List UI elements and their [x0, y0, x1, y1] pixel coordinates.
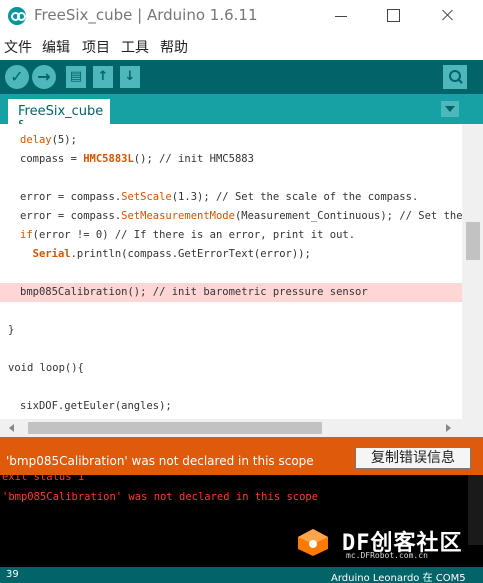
- menu-tools[interactable]: 工具: [121, 37, 149, 57]
- vertical-scroll-thumb[interactable]: [466, 222, 480, 260]
- title-bar: FreeSix_cube | Arduino 1.6.11: [0, 0, 483, 33]
- menu-sketch[interactable]: 项目: [82, 37, 110, 57]
- console-line: exit status 1: [2, 475, 85, 483]
- code-text: (Measurement_Continuous); // Set the mea: [234, 210, 462, 222]
- editor-vertical-scrollbar[interactable]: [462, 124, 483, 419]
- serial-monitor-icon[interactable]: [443, 65, 467, 89]
- code-keyword: if: [20, 229, 33, 241]
- board-port: Arduino Leonardo 在 COM5: [331, 573, 466, 583]
- code-text: sixDOF.getEuler(angles);: [20, 400, 172, 412]
- maximize-button[interactable]: [370, 0, 416, 32]
- save-icon[interactable]: ↓: [120, 66, 140, 88]
- menu-bar: 文件 编辑 项目 工具 帮助: [0, 33, 483, 60]
- code-line: bmp085Calibration(); // init barometric …: [20, 283, 368, 302]
- status-bar: 39 Arduino Leonardo 在 COM5: [0, 567, 483, 583]
- code-line: compass = HMC5883L(); // init HMC5883: [20, 150, 254, 169]
- new-icon[interactable]: ▤: [66, 66, 86, 88]
- code-text: (1.3); // Set the scale of the compass.: [171, 191, 419, 203]
- code-text: void loop(){: [8, 362, 84, 374]
- code-text: .println(compass.GetErrorText(error));: [70, 248, 311, 260]
- open-icon[interactable]: ↑: [93, 66, 113, 88]
- code-text: (); // init HMC5883: [133, 153, 254, 165]
- code-text: (error != 0) // If there is an error, pr…: [32, 229, 356, 241]
- menu-file[interactable]: 文件: [4, 37, 32, 57]
- scroll-right-icon[interactable]: [446, 424, 451, 432]
- code-keyword: SetScale: [121, 191, 172, 203]
- horizontal-scroll-thumb[interactable]: [28, 422, 322, 434]
- line-number: 39: [6, 569, 19, 580]
- code-line: delay(5);: [20, 131, 77, 150]
- close-button[interactable]: [425, 0, 471, 32]
- console-output[interactable]: exit status 1 'bmp085Calibration' was no…: [0, 475, 483, 567]
- console-line: 'bmp085Calibration' was not declared in …: [2, 491, 319, 503]
- verify-icon[interactable]: ✓: [5, 65, 29, 89]
- tab-bar: FreeSix_cube §: [0, 94, 483, 134]
- error-message: 'bmp085Calibration' was not declared in …: [6, 454, 314, 468]
- scroll-corner: [462, 419, 483, 437]
- code-line: sixDOF.getEuler(angles);: [20, 397, 172, 416]
- error-message-bar: 'bmp085Calibration' was not declared in …: [0, 437, 483, 475]
- code-keyword: HMC5883L: [83, 153, 134, 165]
- code-keyword: delay: [20, 134, 52, 146]
- code-line: if(error != 0) // If there is an error, …: [20, 226, 355, 245]
- scroll-left-icon[interactable]: [9, 424, 14, 432]
- code-text: error = compass.: [20, 210, 122, 222]
- tab-freesix-cube[interactable]: FreeSix_cube §: [8, 99, 110, 134]
- tab-menu-icon[interactable]: [441, 101, 459, 117]
- window-title: FreeSix_cube | Arduino 1.6.11: [34, 6, 258, 24]
- menu-help[interactable]: 帮助: [160, 37, 188, 57]
- copy-error-button[interactable]: 复制错误信息: [355, 447, 471, 469]
- arduino-logo-icon: [8, 7, 26, 25]
- watermark: DF创客社区 mc.DFRobot.com.cn: [296, 523, 476, 560]
- toolbar: ✓ → ▤ ↑ ↓: [0, 60, 483, 94]
- minimize-button[interactable]: [318, 0, 364, 32]
- menu-edit[interactable]: 编辑: [42, 37, 70, 57]
- editor-horizontal-scrollbar[interactable]: [0, 419, 462, 437]
- code-line: Serial.println(compass.GetErrorText(erro…: [20, 245, 311, 264]
- code-text: bmp085Calibration(); // init barometric …: [20, 286, 368, 298]
- code-editor[interactable]: delay(5); compass = HMC5883L(); // init H…: [0, 124, 462, 419]
- code-text: compass =: [20, 153, 84, 165]
- code-line: error = compass.SetMeasurementMode(Measu…: [20, 207, 462, 226]
- code-line: }: [8, 321, 14, 340]
- dfrobot-logo-icon: [298, 529, 328, 556]
- code-keyword: SetMeasurementMode: [121, 210, 235, 222]
- code-text: (5);: [51, 134, 77, 146]
- code-line: error = compass.SetScale(1.3); // Set th…: [20, 188, 418, 207]
- code-text: error = compass.: [20, 191, 122, 203]
- code-keyword: Serial: [32, 248, 71, 260]
- upload-icon[interactable]: →: [32, 65, 56, 89]
- watermark-url: mc.DFRobot.com.cn: [346, 551, 428, 560]
- code-line: void loop(){: [8, 359, 84, 378]
- code-text: }: [8, 324, 15, 336]
